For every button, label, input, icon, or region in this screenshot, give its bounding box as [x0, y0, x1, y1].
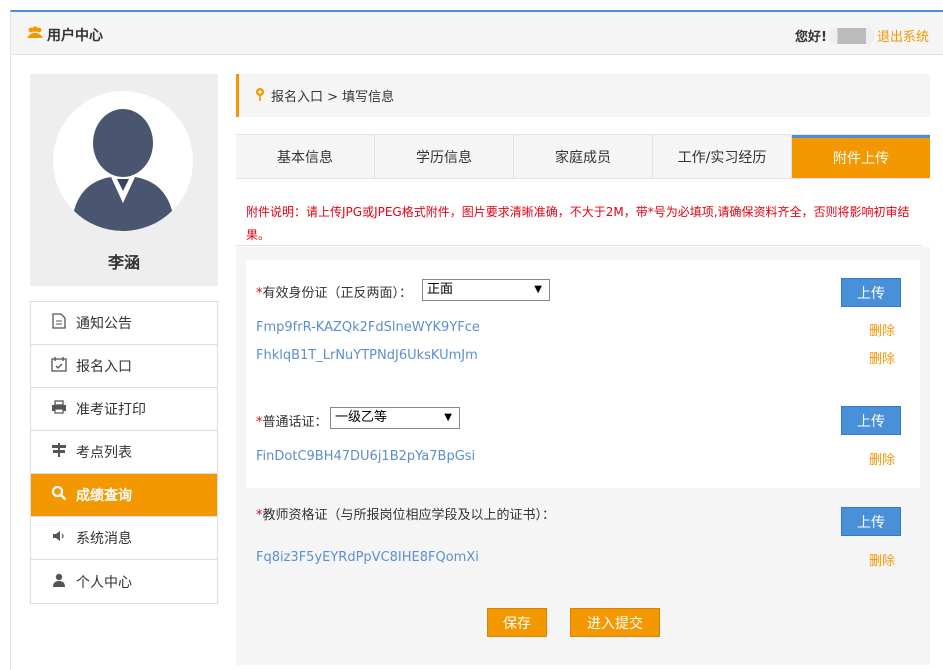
header-title: 用户中心 [47, 28, 103, 44]
logout-link[interactable]: 退出系统 [877, 26, 929, 45]
tab-family[interactable]: 家庭成员 [514, 135, 653, 178]
id-card-side-select[interactable]: 正面 ▼ [422, 279, 550, 301]
sidebar-item-messages[interactable]: 系统消息 [31, 517, 217, 560]
sidebar-item-label: 考点列表 [76, 445, 132, 461]
id-card-file-2[interactable]: FhklqB1T_LrNuYTPNdJ6UksKUmJm [256, 348, 478, 363]
tab-attachment-upload[interactable]: 附件上传 [792, 135, 930, 178]
mandarin-label: *普通话证： [256, 411, 328, 430]
divider [236, 245, 922, 246]
sidebar-item-notices[interactable]: 通知公告 [31, 302, 217, 345]
mandarin-upload-button[interactable]: 上传 [841, 406, 901, 435]
id-card-label-text: 有效身份证（正反两面）： [262, 286, 413, 301]
sidebar-item-label: 个人中心 [76, 574, 132, 591]
speaker-icon [50, 530, 68, 546]
masked-username [828, 27, 875, 44]
sidebar-menu: 通知公告 报名入口 准考证打印 考点列表 成绩查询 系统消息 个人中心 [30, 301, 218, 604]
user-greeting: 您好! 退出系统 [795, 26, 929, 45]
mandarin-file-1[interactable]: FinDotC9BH47DU6j1B2pYa7BpGsi [256, 449, 475, 464]
user-icon [50, 573, 68, 591]
avatar [53, 91, 193, 231]
profile-name: 李涵 [107, 253, 140, 272]
form-tabs: 基本信息 学历信息 家庭成员 工作/实习经历 附件上传 [236, 134, 930, 179]
id-card-file-2-delete[interactable]: 删除 [869, 348, 895, 367]
mandarin-level-select[interactable]: 一级乙等 ▼ [330, 407, 460, 429]
id-card-side-value: 正面 [427, 282, 454, 297]
top-header: 用户中心 您好! 退出系统 [10, 10, 943, 55]
sidebar-item-label: 报名入口 [76, 359, 132, 375]
avatar-person-icon [71, 109, 175, 231]
signpost-icon [50, 442, 68, 462]
teacher-cert-label: *教师资格证（与所报岗位相应学段及以上的证书）： [256, 504, 555, 523]
tab-basic-info[interactable]: 基本信息 [236, 135, 375, 178]
calendar-icon [50, 356, 68, 376]
teacher-cert-file-1-delete[interactable]: 删除 [869, 550, 895, 569]
submit-button[interactable]: 进入提交 [570, 608, 660, 637]
greeting-text: 您好! [795, 30, 827, 45]
teacher-cert-upload-button[interactable]: 上传 [841, 507, 901, 536]
dropdown-arrow-icon: ▼ [444, 412, 452, 423]
left-frame-border [10, 55, 11, 670]
id-card-label: *有效身份证（正反两面）： [256, 282, 412, 301]
mandarin-label-text: 普通话证： [262, 415, 328, 430]
printer-icon [50, 400, 68, 418]
save-button[interactable]: 保存 [487, 608, 547, 637]
id-card-file-1-delete[interactable]: 删除 [869, 320, 895, 339]
breadcrumb: 报名入口 > 填写信息 [236, 74, 930, 117]
app-root: 用户中心 您好! 退出系统 李涵 通知公告 报名入口 准考证打印 考点列表 成绩… [0, 0, 943, 670]
dropdown-arrow-icon: ▼ [534, 284, 542, 295]
sidebar-item-label: 成绩查询 [76, 488, 132, 504]
tab-education[interactable]: 学历信息 [375, 135, 514, 178]
sidebar-item-label: 准考证打印 [76, 402, 146, 418]
sidebar-item-exam-sites[interactable]: 考点列表 [31, 431, 217, 474]
location-pin-icon [255, 87, 265, 105]
mandarin-level-value: 一级乙等 [335, 410, 388, 425]
mandarin-section [246, 390, 920, 488]
sidebar-item-admission-ticket[interactable]: 准考证打印 [31, 388, 217, 431]
sidebar-item-label: 通知公告 [76, 316, 132, 332]
id-card-file-1[interactable]: Fmp9frR-KAZQk2FdSlneWYK9YFce [256, 320, 480, 335]
document-icon [50, 313, 68, 333]
profile-card: 李涵 [30, 74, 218, 286]
users-icon [27, 26, 43, 44]
sidebar-item-label: 系统消息 [76, 531, 132, 547]
sidebar-item-personal-center[interactable]: 个人中心 [31, 560, 217, 603]
tab-work-experience[interactable]: 工作/实习经历 [653, 135, 792, 178]
teacher-cert-label-text: 教师资格证（与所报岗位相应学段及以上的证书）： [262, 508, 556, 523]
attachment-notice: 附件说明：请上传JPG或JPEG格式附件，图片要求清晰准确，不大于2M，带*号为… [246, 205, 910, 242]
teacher-cert-file-1[interactable]: Fq8iz3F5yEYRdPpVC8IHE8FQomXi [256, 550, 479, 565]
id-card-upload-button[interactable]: 上传 [841, 278, 901, 307]
breadcrumb-path: 报名入口 > 填写信息 [271, 90, 395, 105]
mandarin-file-1-delete[interactable]: 删除 [869, 449, 895, 468]
search-icon [50, 485, 68, 505]
sidebar-item-registration[interactable]: 报名入口 [31, 345, 217, 388]
brand: 用户中心 [27, 25, 103, 45]
sidebar-item-score-query[interactable]: 成绩查询 [31, 474, 217, 517]
